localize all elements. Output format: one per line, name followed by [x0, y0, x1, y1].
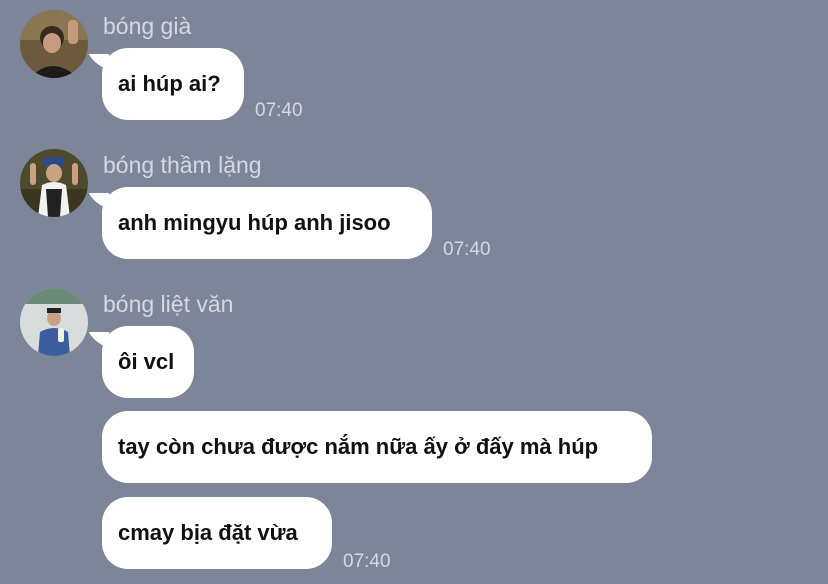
- message-bubble[interactable]: anh mingyu húp anh jisoo: [102, 187, 432, 259]
- sender-avatar[interactable]: [20, 10, 88, 78]
- message-text: ôi vcl: [118, 349, 175, 374]
- message-text: ai húp ai?: [118, 71, 221, 96]
- message-text: anh mingyu húp anh jisoo: [118, 210, 391, 235]
- message-text: cmay bịa đặt vừa: [118, 520, 298, 545]
- message-bubble[interactable]: cmay bịa đặt vừa: [102, 497, 332, 569]
- sender-avatar[interactable]: [20, 149, 88, 217]
- message-text: tay còn chưa được nắm nữa ấy ở đấy mà hú…: [118, 434, 599, 459]
- message-bubble[interactable]: ôi vcl: [102, 326, 194, 398]
- sender-name: bóng liệt văn: [103, 291, 234, 317]
- sender-name: bóng già: [103, 13, 192, 39]
- message-timestamp: 07:40: [443, 239, 491, 260]
- message-timestamp: 07:40: [255, 100, 303, 121]
- message-bubble[interactable]: ai húp ai?: [102, 48, 244, 120]
- message-timestamp: 07:40: [343, 551, 391, 572]
- sender-name: bóng thầm lặng: [103, 152, 262, 178]
- message-bubble[interactable]: tay còn chưa được nắm nữa ấy ở đấy mà hú…: [102, 411, 652, 483]
- sender-avatar[interactable]: [20, 288, 88, 356]
